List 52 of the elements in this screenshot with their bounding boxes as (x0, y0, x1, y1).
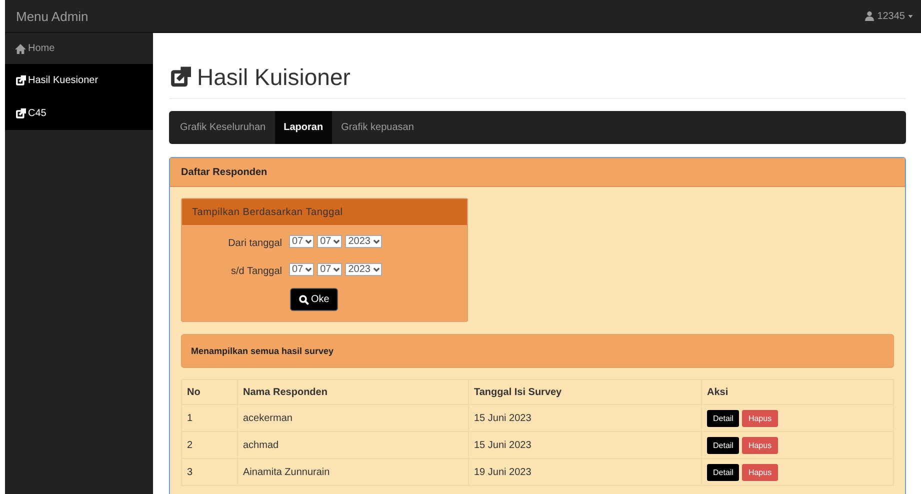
table-cell: achmad (238, 432, 468, 458)
oke-button[interactable]: Oke (290, 288, 338, 311)
tab[interactable]: Grafik Keseluruhan (171, 111, 275, 144)
delete-button[interactable]: Hapus (742, 436, 778, 454)
external-link-icon (169, 66, 191, 88)
table-cell: Ainamita Zunnurain (238, 458, 468, 486)
delete-button[interactable]: Hapus (742, 464, 778, 480)
page-title: Hasil Kuisioner (197, 64, 350, 90)
detail-button[interactable]: Detail (707, 410, 740, 426)
dropdown[interactable]: 07 (317, 234, 342, 248)
table-cell: 19 Juni 2023 (468, 458, 702, 486)
delete-button[interactable]: Hapus (742, 410, 778, 426)
table-cell: 15 Juni 2023 (468, 432, 702, 458)
field-label: s/d Tanggal (230, 266, 283, 276)
column-header: Tanggal Isi Survey (468, 380, 702, 404)
home-icon (15, 44, 26, 54)
sidebar-item[interactable]: Hasil Kuesioner (5, 64, 153, 97)
table-cell: 3 (182, 458, 238, 486)
dropdown[interactable]: 2023 (345, 262, 382, 276)
chevron-icon (305, 266, 312, 272)
tab[interactable]: Laporan (274, 111, 332, 144)
filter-header: Tampilkan Berdasarkan Tanggal (182, 199, 467, 225)
table-cell: 1 (182, 404, 238, 432)
dropdown[interactable]: 07 (317, 262, 342, 276)
dropdown[interactable]: 07 (289, 262, 314, 276)
chevron-icon (372, 238, 380, 244)
info-alert: Menampilkan semua hasil survey (181, 334, 894, 368)
column-header: Nama Responden (238, 380, 468, 404)
chevron-icon (305, 238, 312, 244)
user-icon (865, 11, 874, 21)
chevron-icon (372, 266, 380, 272)
search-icon (299, 294, 309, 304)
table-cell: acekerman (238, 404, 468, 432)
dropdown[interactable]: 07 (289, 234, 314, 248)
brand-title[interactable]: Menu Admin (16, 8, 88, 24)
panel-header: Daftar Responden (170, 158, 905, 187)
chevron-icon (333, 238, 340, 244)
chevron-icon (333, 266, 340, 272)
external-link-icon (15, 108, 26, 119)
field-label: Dari tanggal (227, 238, 283, 248)
dropdown[interactable]: 2023 (345, 234, 382, 248)
user-menu[interactable]: 12345 (865, 10, 913, 22)
table-cell: 15 Juni 2023 (468, 404, 702, 432)
column-header: No (182, 380, 238, 404)
external-link-icon (15, 75, 26, 86)
tab[interactable]: Grafik kepuasan (332, 111, 423, 144)
sidebar-item[interactable]: C45 (5, 97, 153, 130)
detail-button[interactable]: Detail (707, 464, 740, 480)
detail-button[interactable]: Detail (707, 436, 740, 454)
table-cell: 2 (182, 432, 238, 458)
caret-icon (908, 14, 913, 18)
column-header: Aksi (702, 380, 894, 404)
